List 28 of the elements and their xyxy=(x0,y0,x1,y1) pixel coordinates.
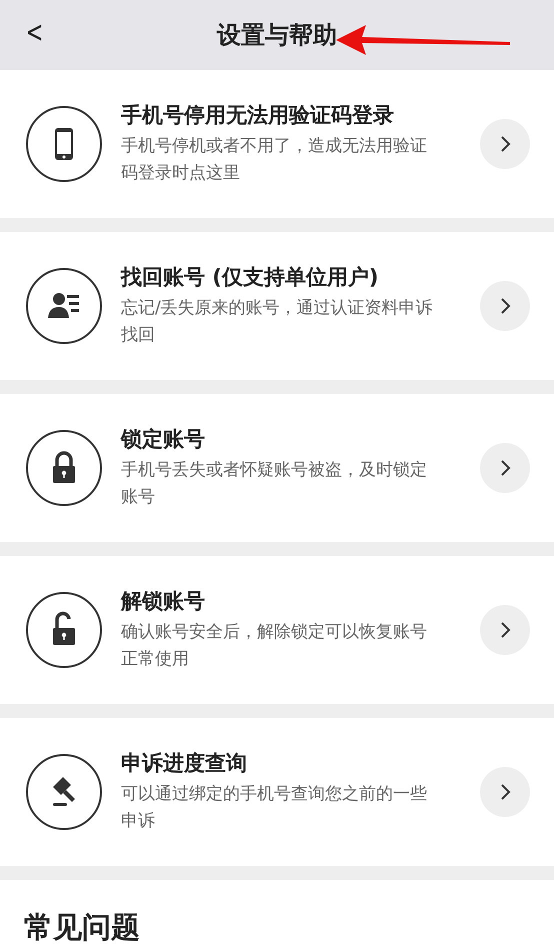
help-item[interactable]: 找回账号 (仅支持单位用户) 忘记/丢失原来的账号，通过认证资料申诉找回 xyxy=(0,232,554,380)
help-item[interactable]: 申诉进度查询 可以通过绑定的手机号查询您之前的一些申诉 xyxy=(0,718,554,866)
lock-icon xyxy=(26,430,102,506)
item-title: 解锁账号 xyxy=(121,588,206,615)
item-title: 找回账号 (仅支持单位用户) xyxy=(121,264,380,291)
chevron-button[interactable] xyxy=(480,443,530,493)
chevron-button[interactable] xyxy=(480,281,530,331)
chevron-button[interactable] xyxy=(480,119,530,169)
chevron-button[interactable] xyxy=(480,605,530,655)
item-description: 忘记/丢失原来的账号，通过认证资料申诉找回 xyxy=(121,297,434,347)
user-card-icon xyxy=(26,268,102,344)
gavel-icon xyxy=(26,754,102,830)
item-title: 申诉进度查询 xyxy=(121,750,248,777)
help-item[interactable]: 锁定账号 手机号丢失或者怀疑账号被盗，及时锁定账号 xyxy=(0,394,554,542)
item-description: 可以通过绑定的手机号查询您之前的一些申诉 xyxy=(121,783,428,833)
page-title: 设置与帮助 xyxy=(217,20,337,51)
item-title: 手机号停用无法用验证码登录 xyxy=(121,102,395,129)
chevron-button[interactable] xyxy=(480,767,530,817)
help-item[interactable]: 手机号停用无法用验证码登录 手机号停机或者不用了，造成无法用验证码登录时点这里 xyxy=(0,70,554,218)
item-title: 锁定账号 xyxy=(121,426,206,453)
unlocked-padlock-icon xyxy=(26,592,102,668)
item-description: 手机号停机或者不用了，造成无法用验证码登录时点这里 xyxy=(121,135,428,185)
item-description: 手机号丢失或者怀疑账号被盗，及时锁定账号 xyxy=(121,459,428,509)
phone-icon xyxy=(26,106,102,182)
item-description: 确认账号安全后，解除锁定可以恢复账号正常使用 xyxy=(121,621,428,671)
back-button[interactable]: < xyxy=(22,15,46,51)
section-heading: 常见问题 xyxy=(24,910,140,944)
help-item[interactable]: 解锁账号 确认账号安全后，解除锁定可以恢复账号正常使用 xyxy=(0,556,554,704)
